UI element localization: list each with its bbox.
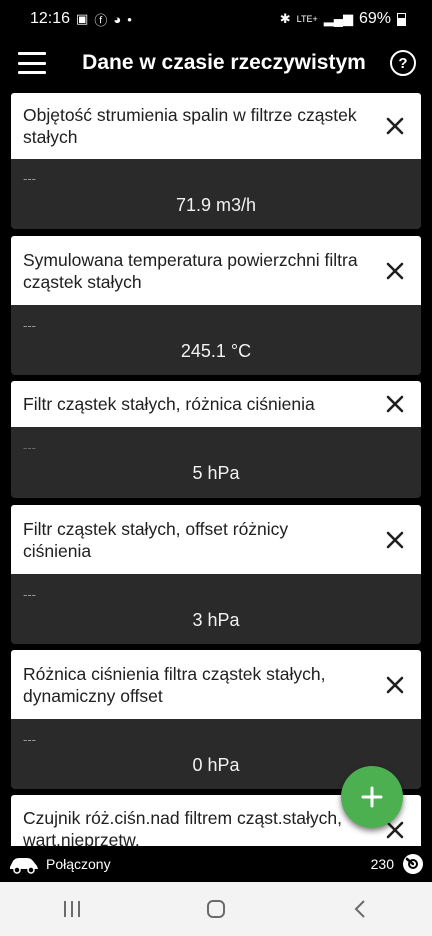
app-bar: Dane w czasie rzeczywistym ? bbox=[0, 38, 432, 88]
car-icon bbox=[10, 858, 38, 874]
dot-icon: • bbox=[127, 11, 132, 27]
add-parameter-button[interactable] bbox=[341, 766, 403, 828]
gallery-icon: ▣ bbox=[76, 11, 89, 26]
plus-icon bbox=[361, 786, 383, 808]
hamburger-menu-icon[interactable] bbox=[18, 52, 46, 74]
messenger-icon: ◕ bbox=[113, 11, 122, 27]
card-subtext: --- bbox=[23, 171, 36, 186]
data-card: Symulowana temperatura powierzchni filtr… bbox=[11, 236, 421, 375]
home-button[interactable] bbox=[186, 889, 246, 929]
card-body: --- 5 hPa bbox=[11, 427, 421, 498]
facebook-icon: ⓕ bbox=[94, 12, 108, 28]
bluetooth-icon: ✱ bbox=[279, 11, 291, 26]
card-body: --- 245.1 °C bbox=[11, 305, 421, 375]
battery-percent: 69% bbox=[358, 10, 391, 27]
card-subtext: --- bbox=[23, 732, 36, 747]
card-header: Filtr cząstek stałych, offset różnicy ci… bbox=[11, 505, 421, 574]
close-icon[interactable] bbox=[385, 261, 405, 281]
network-type: LTE+ bbox=[296, 14, 318, 24]
card-subtext: --- bbox=[23, 587, 36, 602]
card-value: 3 hPa bbox=[192, 610, 240, 630]
card-title: Czujnik róż.ciśn.nad filtrem cząst.stały… bbox=[23, 808, 342, 846]
status-bar: 12:16 ▣ ⓕ ◕ • ✱ LTE+ ▂▄▆ 69% bbox=[0, 0, 432, 38]
back-button[interactable] bbox=[330, 889, 390, 929]
card-body: --- 3 hPa bbox=[11, 574, 421, 644]
gauge-icon[interactable] bbox=[402, 853, 424, 875]
close-icon[interactable] bbox=[385, 116, 405, 136]
card-header: Różnica ciśnienia filtra cząstek stałych… bbox=[11, 650, 421, 719]
recent-apps-button[interactable] bbox=[42, 889, 102, 929]
card-header: Objętość strumienia spalin w filtrze czą… bbox=[11, 93, 421, 159]
help-circle-icon[interactable]: ? bbox=[390, 50, 416, 76]
recent-apps-icon bbox=[64, 901, 80, 917]
card-title: Filtr cząstek stałych, różnica ciśnienia bbox=[23, 394, 315, 414]
card-subtext: --- bbox=[23, 318, 36, 333]
close-icon[interactable] bbox=[385, 675, 405, 695]
card-title: Objętość strumienia spalin w filtrze czą… bbox=[23, 105, 357, 147]
page-title: Dane w czasie rzeczywistym bbox=[82, 51, 366, 74]
status-left: 12:16 ▣ ⓕ ◕ • bbox=[30, 10, 132, 29]
card-title: Różnica ciśnienia filtra cząstek stałych… bbox=[23, 663, 326, 706]
card-value: 71.9 m3/h bbox=[175, 195, 257, 215]
card-title: Filtr cząstek stałych, offset różnicy ci… bbox=[23, 518, 289, 561]
card-value: 245.1 °C bbox=[180, 341, 252, 361]
close-icon[interactable] bbox=[385, 394, 405, 414]
home-icon bbox=[207, 900, 225, 918]
connection-status-bar: Połączony 230 bbox=[0, 846, 432, 882]
live-data-list[interactable]: Objętość strumienia spalin w filtrze czą… bbox=[0, 90, 432, 846]
card-title: Symulowana temperatura powierzchni filtr… bbox=[23, 249, 358, 292]
back-icon bbox=[354, 900, 365, 918]
card-value: 5 hPa bbox=[192, 463, 240, 483]
card-header: Symulowana temperatura powierzchni filtr… bbox=[11, 236, 421, 305]
card-header: Filtr cząstek stałych, różnica ciśnienia bbox=[11, 381, 421, 427]
signal-icon: ▂▄▆ bbox=[323, 11, 353, 26]
system-navigation-bar bbox=[0, 882, 432, 936]
card-subtext: --- bbox=[23, 440, 36, 455]
data-card: Filtr cząstek stałych, różnica ciśnienia… bbox=[11, 381, 421, 498]
close-icon[interactable] bbox=[385, 530, 405, 550]
card-body: --- 71.9 m3/h bbox=[11, 159, 421, 229]
counter-value: 230 bbox=[370, 856, 394, 872]
status-time: 12:16 bbox=[30, 10, 71, 27]
status-right: ✱ LTE+ ▂▄▆ 69% bbox=[280, 10, 406, 28]
battery-icon bbox=[397, 12, 406, 26]
data-card: Objętość strumienia spalin w filtrze czą… bbox=[11, 93, 421, 229]
connection-label: Połączony bbox=[46, 856, 111, 872]
data-card: Filtr cząstek stałych, offset różnicy ci… bbox=[11, 505, 421, 644]
